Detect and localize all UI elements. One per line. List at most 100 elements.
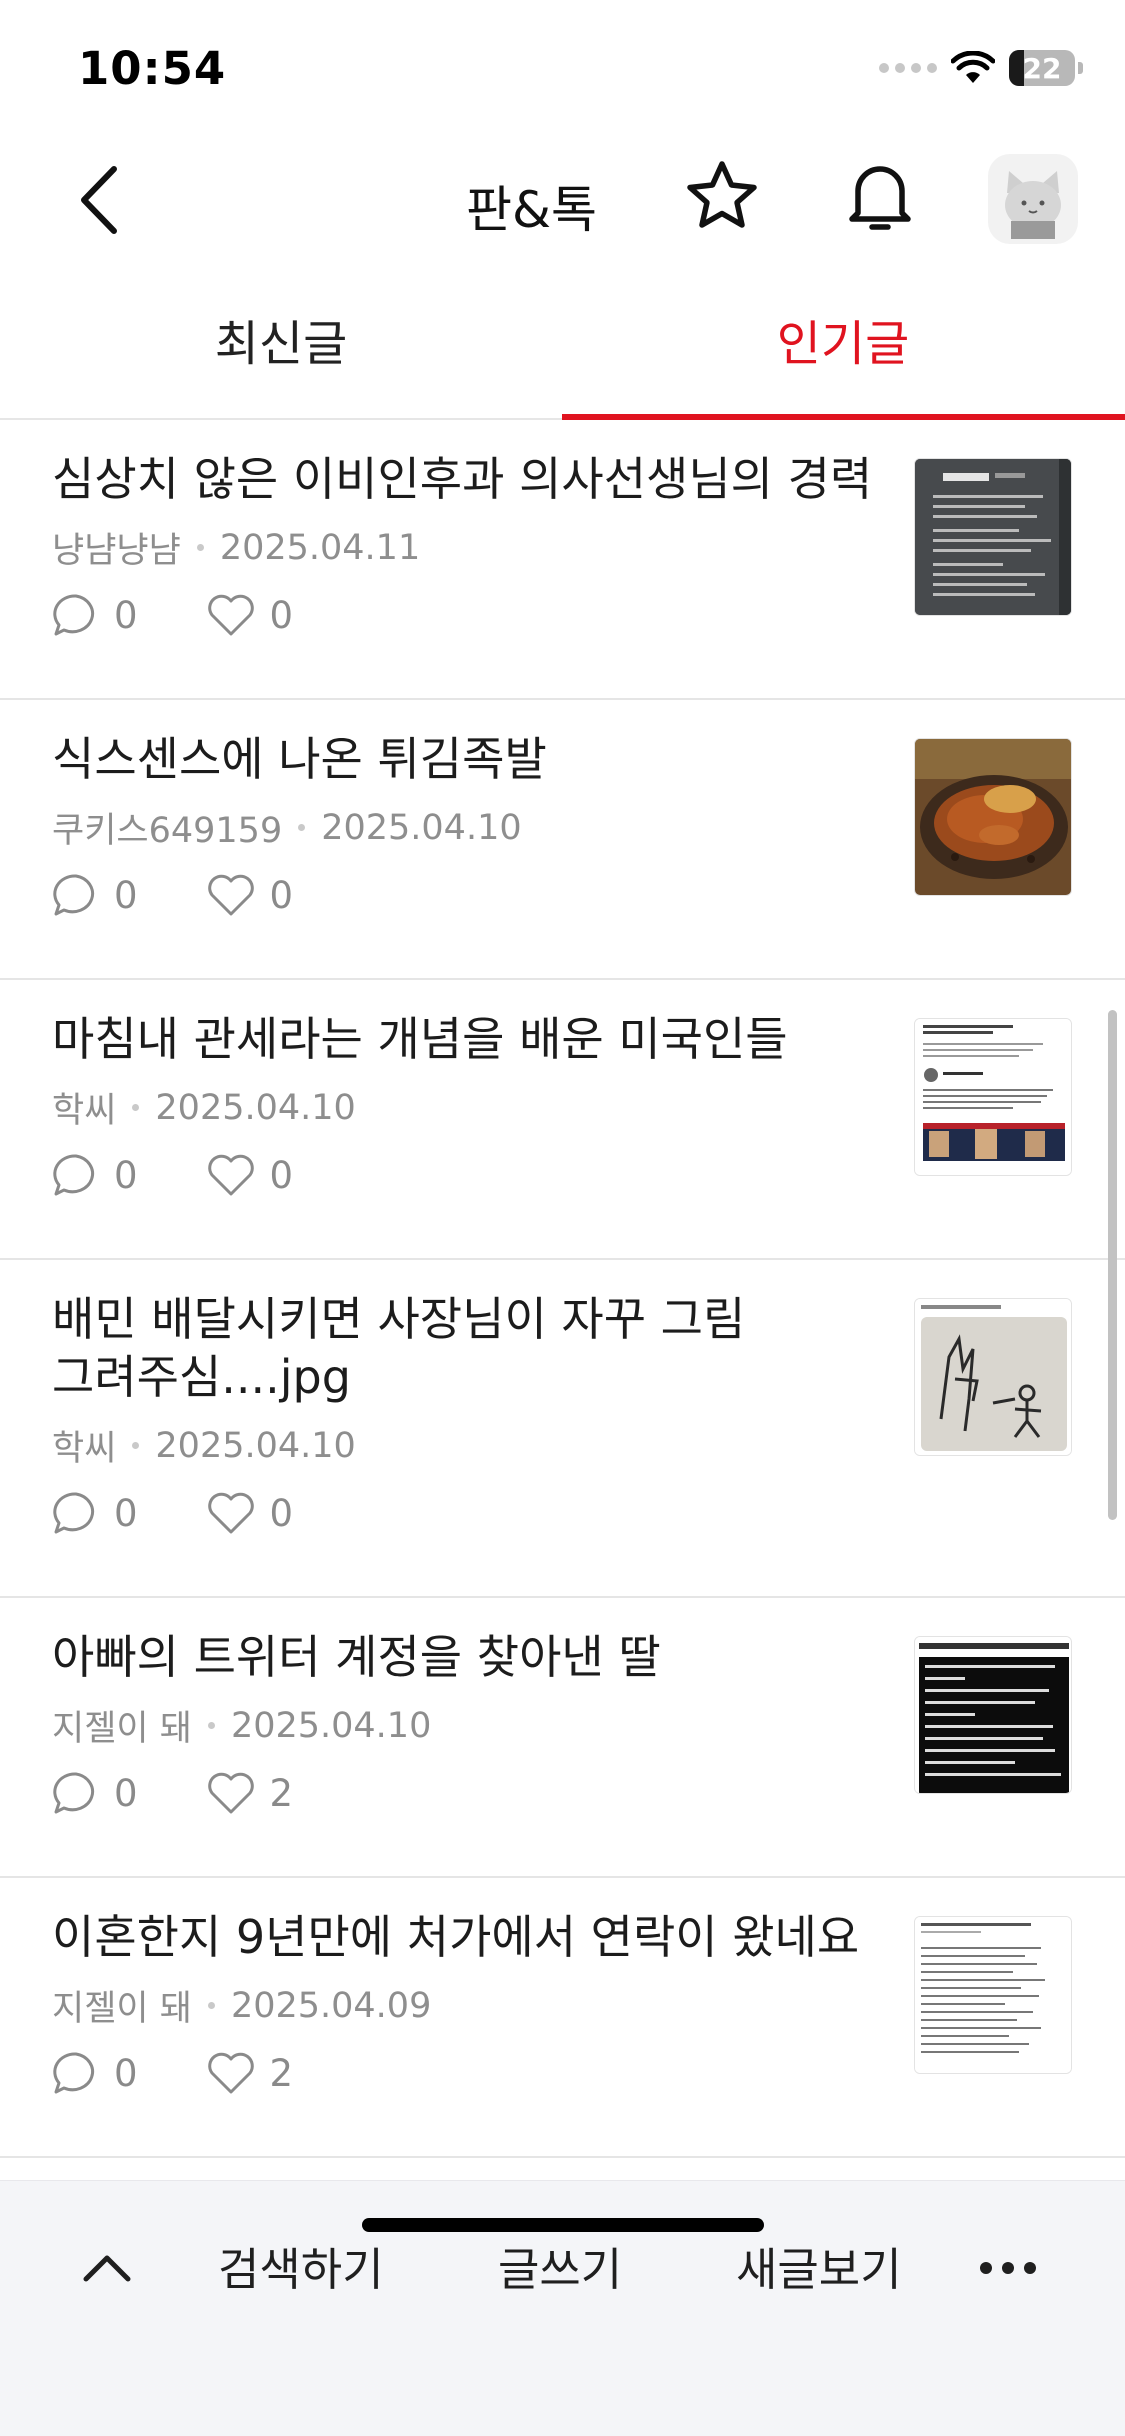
separator-dot bbox=[196, 544, 204, 551]
dark-text-screenshot-thumbnail bbox=[915, 1637, 1071, 1793]
post-meta: 쿠키스649159 2025.04.10 bbox=[52, 802, 522, 853]
heart-icon bbox=[207, 2052, 254, 2094]
post-thumbnail bbox=[914, 458, 1072, 616]
post-meta: 학씨 2025.04.10 bbox=[52, 1082, 356, 1133]
new-posts-button[interactable]: 새글보기 bbox=[736, 2233, 902, 2298]
separator-dot bbox=[207, 2002, 215, 2009]
comment-icon bbox=[53, 2052, 95, 2094]
post-date: 2025.04.10 bbox=[155, 1087, 356, 1128]
post-thumbnail bbox=[914, 1298, 1072, 1456]
list-item[interactable]: 배민 배달시키면 사장님이 자꾸 그림 그려주심....jpg 학씨 2025.… bbox=[0, 1260, 1125, 1598]
post-title: 마침내 관세라는 개념을 배운 미국인들 bbox=[52, 1012, 788, 1066]
scroll-top-button[interactable] bbox=[72, 2233, 142, 2303]
like-count: 0 bbox=[206, 1153, 293, 1197]
like-count: 0 bbox=[206, 873, 293, 917]
heart-icon bbox=[207, 874, 254, 916]
avatar[interactable] bbox=[988, 154, 1078, 244]
bell-icon bbox=[849, 166, 911, 230]
heart-icon bbox=[207, 1772, 254, 1814]
list-item[interactable]: 식스센스에 나온 튀김족발 쿠키스649159 2025.04.10 0 0 bbox=[0, 700, 1125, 980]
like-count: 0 bbox=[206, 1491, 293, 1535]
tweet-screenshot-thumbnail bbox=[915, 1019, 1071, 1175]
post-list: 심상치 않은 이비인후과 의사선생님의 경력 냥냠냥냠 2025.04.11 0… bbox=[0, 420, 1125, 2158]
post-date: 2025.04.10 bbox=[155, 1425, 356, 1466]
more-icon[interactable] bbox=[980, 2243, 1036, 2293]
list-item[interactable]: 아빠의 트위터 계정을 찾아낸 딸 지젤이 돼 2025.04.10 0 2 bbox=[0, 1598, 1125, 1878]
post-date: 2025.04.10 bbox=[230, 1705, 432, 1746]
comment-count: 0 bbox=[52, 1152, 138, 1198]
drawing-photo-thumbnail bbox=[915, 1299, 1071, 1455]
comment-count: 0 bbox=[52, 1490, 138, 1536]
text-screenshot-thumbnail bbox=[915, 459, 1071, 615]
post-thumbnail bbox=[914, 1916, 1072, 2074]
comment-count: 0 bbox=[52, 2050, 138, 2096]
battery-level: 22 bbox=[1022, 51, 1062, 85]
post-stats: 0 0 bbox=[52, 1490, 293, 1536]
comment-icon bbox=[53, 1772, 95, 1814]
list-item[interactable]: 심상치 않은 이비인후과 의사선생님의 경력 냥냠냥냠 2025.04.11 0… bbox=[0, 420, 1125, 700]
food-photo-thumbnail bbox=[915, 739, 1071, 895]
post-thumbnail bbox=[914, 738, 1072, 896]
like-count: 2 bbox=[206, 2051, 293, 2095]
list-item[interactable]: 마침내 관세라는 개념을 배운 미국인들 학씨 2025.04.10 0 0 bbox=[0, 980, 1125, 1260]
status-indicators: 22 bbox=[879, 46, 1083, 90]
comment-icon bbox=[53, 1492, 95, 1534]
separator-dot bbox=[132, 1104, 140, 1111]
text-screenshot-thumbnail bbox=[915, 1917, 1071, 2073]
star-icon bbox=[687, 161, 757, 228]
post-stats: 0 2 bbox=[52, 2050, 293, 2096]
separator-dot bbox=[132, 1442, 140, 1449]
header: 판&톡 bbox=[0, 140, 1125, 260]
comment-count: 0 bbox=[52, 1770, 138, 1816]
post-stats: 0 0 bbox=[52, 592, 293, 638]
separator-dot bbox=[298, 824, 306, 831]
post-author: 냥냠냥냠 bbox=[52, 531, 181, 571]
post-meta: 지젤이 돼 2025.04.09 bbox=[52, 1980, 431, 2031]
notifications-button[interactable] bbox=[838, 154, 922, 238]
page-title: 판&톡 bbox=[466, 181, 597, 239]
post-author: 학씨 bbox=[52, 1429, 117, 1469]
post-stats: 0 2 bbox=[52, 1770, 293, 1816]
separator-dot bbox=[207, 1722, 215, 1729]
back-button[interactable] bbox=[58, 160, 138, 240]
post-date: 2025.04.10 bbox=[321, 807, 522, 848]
wifi-icon bbox=[951, 51, 995, 83]
comment-count: 0 bbox=[52, 872, 138, 918]
like-count: 0 bbox=[206, 593, 293, 637]
chevron-left-icon bbox=[81, 166, 117, 234]
write-button[interactable]: 글쓰기 bbox=[498, 2233, 622, 2298]
heart-icon bbox=[207, 1492, 254, 1534]
post-meta: 학씨 2025.04.10 bbox=[52, 1420, 356, 1471]
post-stats: 0 0 bbox=[52, 872, 293, 918]
heart-icon bbox=[207, 594, 254, 636]
post-title: 배민 배달시키면 사장님이 자꾸 그림 그려주심....jpg bbox=[52, 1292, 746, 1404]
cat-avatar-icon bbox=[1005, 171, 1061, 239]
cellular-signal-icon bbox=[879, 63, 937, 73]
post-stats: 0 0 bbox=[52, 1152, 293, 1198]
post-title: 아빠의 트위터 계정을 찾아낸 딸 bbox=[52, 1630, 661, 1684]
heart-icon bbox=[207, 1154, 254, 1196]
search-button[interactable]: 검색하기 bbox=[218, 2233, 384, 2298]
post-title: 심상치 않은 이비인후과 의사선생님의 경력 bbox=[52, 452, 873, 506]
post-author: 지젤이 돼 bbox=[52, 1989, 192, 2029]
favorite-button[interactable] bbox=[680, 154, 764, 238]
post-author: 쿠키스649159 bbox=[52, 811, 283, 851]
post-meta: 지젤이 돼 2025.04.10 bbox=[52, 1700, 431, 1751]
tab-bar: 최신글 인기글 bbox=[0, 280, 1125, 420]
status-time: 10:54 bbox=[78, 42, 227, 95]
home-indicator bbox=[362, 2218, 764, 2232]
post-thumbnail bbox=[914, 1018, 1072, 1176]
tab-latest[interactable]: 최신글 bbox=[0, 304, 562, 374]
chevron-up-icon bbox=[83, 2255, 131, 2282]
like-count: 2 bbox=[206, 1771, 293, 1815]
post-date: 2025.04.09 bbox=[230, 1985, 432, 2026]
post-title: 이혼한지 9년만에 처가에서 연락이 왔네요 bbox=[52, 1910, 860, 1964]
post-author: 지젤이 돼 bbox=[52, 1709, 192, 1749]
scrollbar[interactable] bbox=[1108, 1010, 1117, 1520]
comment-icon bbox=[53, 1154, 95, 1196]
list-item[interactable]: 이혼한지 9년만에 처가에서 연락이 왔네요 지젤이 돼 2025.04.09 … bbox=[0, 1878, 1125, 2158]
post-thumbnail bbox=[914, 1636, 1072, 1794]
tab-popular[interactable]: 인기글 bbox=[562, 304, 1124, 374]
battery-icon: 22 bbox=[1009, 50, 1083, 86]
comment-icon bbox=[53, 874, 95, 916]
